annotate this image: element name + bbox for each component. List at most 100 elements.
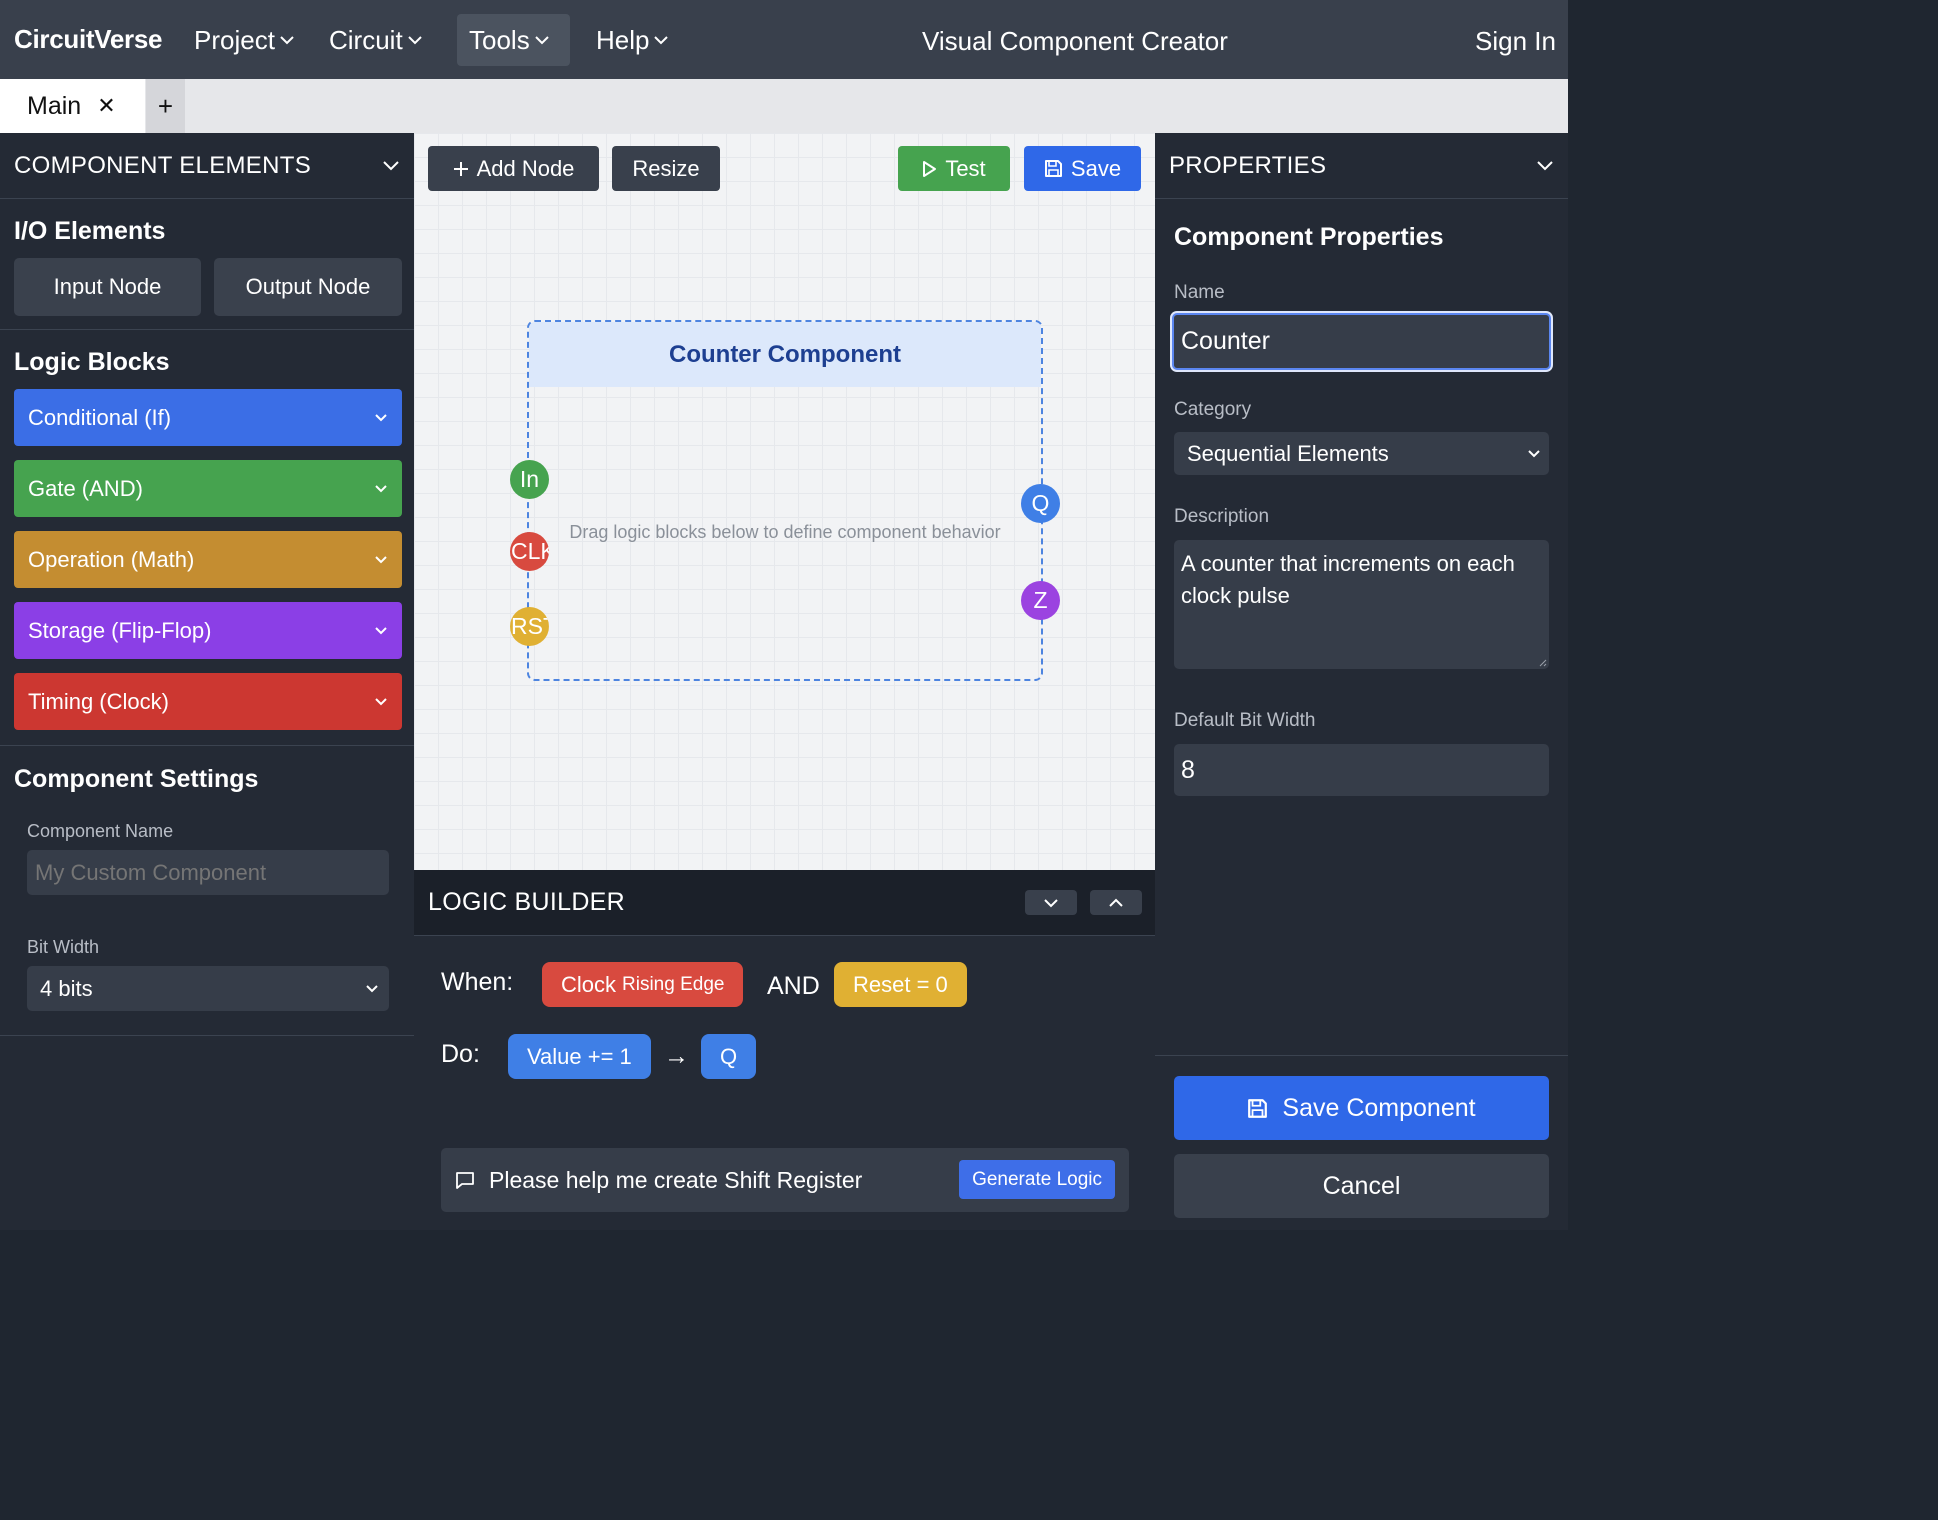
chevron-down-icon: [1528, 450, 1540, 458]
logic-block-storage[interactable]: Storage (Flip-Flop): [14, 602, 402, 659]
chevron-down-icon: [383, 161, 399, 171]
logic-block-label: Conditional (If): [28, 404, 172, 430]
category-value: Sequential Elements: [1187, 440, 1389, 466]
logic-block-label: Timing (Clock): [28, 688, 169, 714]
description-textarea[interactable]: A counter that increments on each clock …: [1174, 540, 1549, 669]
counter-component-box[interactable]: Counter Component Drag logic blocks belo…: [527, 320, 1043, 681]
generate-logic-button[interactable]: Generate Logic: [959, 1160, 1115, 1199]
input-pin-rst[interactable]: RST: [510, 607, 549, 646]
description-value: A counter that increments on each clock …: [1181, 551, 1515, 608]
default-bit-width-label: Default Bit Width: [1174, 710, 1316, 731]
menu-tools[interactable]: Tools: [457, 14, 570, 66]
save-component-button[interactable]: Save Component: [1174, 1076, 1549, 1140]
logic-block-timing[interactable]: Timing (Clock): [14, 673, 402, 730]
component-properties-heading: Component Properties: [1174, 223, 1444, 251]
save-component-label: Save Component: [1282, 1093, 1476, 1122]
chevron-down-icon: [1044, 898, 1058, 907]
resize-button[interactable]: Resize: [612, 146, 720, 191]
description-label: Description: [1174, 506, 1270, 527]
close-icon[interactable]: ✕: [97, 93, 115, 119]
chat-bubble-icon: [456, 1172, 474, 1189]
name-label: Name: [1174, 282, 1225, 303]
output-pin-q[interactable]: Q: [1021, 484, 1060, 523]
test-button[interactable]: Test: [898, 146, 1010, 191]
bit-width-select[interactable]: 4 bits: [27, 966, 389, 1011]
brand-logo[interactable]: CircuitVerse: [14, 24, 162, 55]
tab-bar: Main ✕ +: [0, 79, 1568, 133]
name-input[interactable]: Counter: [1172, 313, 1551, 370]
prompt-text: Please help me create Shift Register: [489, 1166, 863, 1193]
clock-chip-sub: Rising Edge: [622, 973, 725, 995]
properties-header[interactable]: PROPERTIES: [1155, 133, 1568, 199]
chevron-down-icon: [375, 485, 387, 493]
do-label: Do:: [441, 1040, 480, 1068]
logic-block-conditional[interactable]: Conditional (If): [14, 389, 402, 446]
logic-builder-header: LOGIC BUILDER: [414, 870, 1155, 936]
component-name-label: Component Name: [27, 821, 174, 841]
add-tab-button[interactable]: +: [146, 79, 185, 133]
save-label: Save: [1070, 155, 1122, 181]
save-button[interactable]: Save: [1024, 146, 1141, 191]
play-icon: [923, 160, 937, 177]
divider: [0, 1035, 414, 1036]
resize-handle-icon[interactable]: [1537, 657, 1547, 667]
chevron-down-icon: [375, 414, 387, 422]
chevron-down-icon: [280, 36, 294, 45]
bit-width-value: 4 bits: [40, 975, 93, 1001]
when-label: When:: [441, 968, 514, 996]
output-pin-z[interactable]: Z: [1021, 581, 1060, 620]
default-bit-width-input[interactable]: 8: [1174, 744, 1549, 796]
logic-builder-title: LOGIC BUILDER: [428, 888, 626, 916]
floppy-disk-icon: [1044, 160, 1062, 177]
ai-prompt-bar[interactable]: Please help me create Shift Register Gen…: [441, 1148, 1129, 1212]
menu-project-label: Project: [194, 24, 275, 55]
reset-chip[interactable]: Reset = 0: [834, 962, 967, 1007]
category-select[interactable]: Sequential Elements: [1174, 432, 1549, 475]
category-label: Category: [1174, 399, 1252, 420]
design-canvas[interactable]: Add Node Resize Test Save Counter Compon…: [414, 133, 1155, 870]
output-node-button[interactable]: Output Node: [214, 258, 402, 316]
input-node-button[interactable]: Input Node: [14, 258, 201, 316]
add-node-button[interactable]: Add Node: [428, 146, 599, 191]
clock-rising-edge-chip[interactable]: Clock Rising Edge: [542, 962, 744, 1007]
menu-tools-label: Tools: [469, 24, 530, 55]
expand-button[interactable]: [1090, 890, 1142, 915]
panel-title: COMPONENT ELEMENTS: [14, 151, 311, 179]
input-pin-in[interactable]: In: [510, 460, 549, 499]
chevron-down-icon: [366, 985, 378, 993]
chevron-up-icon: [1109, 898, 1123, 907]
menu-help[interactable]: Help: [584, 14, 681, 66]
collapse-button[interactable]: [1025, 890, 1077, 915]
input-pin-clk[interactable]: CLK: [510, 532, 549, 571]
value-increment-chip[interactable]: Value += 1: [508, 1034, 651, 1079]
name-value: Counter: [1181, 327, 1270, 355]
app-title: Visual Component Creator: [922, 26, 1228, 56]
top-navbar: CircuitVerse Project Circuit Tools Help …: [0, 0, 1568, 79]
logic-blocks-heading: Logic Blocks: [14, 348, 170, 376]
tab-main[interactable]: Main ✕: [0, 79, 145, 133]
chevron-down-icon: [407, 36, 422, 45]
add-node-label: Add Node: [476, 155, 575, 181]
chevron-down-icon: [375, 627, 387, 635]
component-elements-panel: COMPONENT ELEMENTS I/O Elements Input No…: [0, 133, 414, 1230]
floppy-disk-icon: [1248, 1098, 1268, 1118]
logic-block-label: Storage (Flip-Flop): [28, 617, 212, 643]
chevron-down-icon: [534, 36, 549, 45]
arrow-right-icon: →: [664, 1042, 689, 1070]
sign-in-link[interactable]: Sign In: [1475, 26, 1556, 57]
logic-block-operation[interactable]: Operation (Math): [14, 531, 402, 588]
chevron-down-icon: [375, 698, 387, 706]
menu-circuit[interactable]: Circuit: [317, 14, 435, 66]
plus-icon: [453, 161, 468, 176]
menu-project[interactable]: Project: [182, 14, 307, 66]
logic-builder-panel: LOGIC BUILDER When: Clock Rising Edge AN…: [414, 870, 1155, 1230]
properties-panel: PROPERTIES Component Properties Name Cou…: [1155, 133, 1568, 1230]
cancel-button[interactable]: Cancel: [1174, 1154, 1549, 1218]
divider: [0, 329, 414, 330]
logic-block-gate[interactable]: Gate (AND): [14, 460, 402, 517]
drop-hint: Drag logic blocks below to define compon…: [569, 522, 1001, 542]
q-output-chip[interactable]: Q: [701, 1034, 757, 1079]
divider: [1155, 1055, 1568, 1056]
component-elements-header[interactable]: COMPONENT ELEMENTS: [0, 133, 414, 199]
component-name-input[interactable]: [27, 850, 389, 895]
